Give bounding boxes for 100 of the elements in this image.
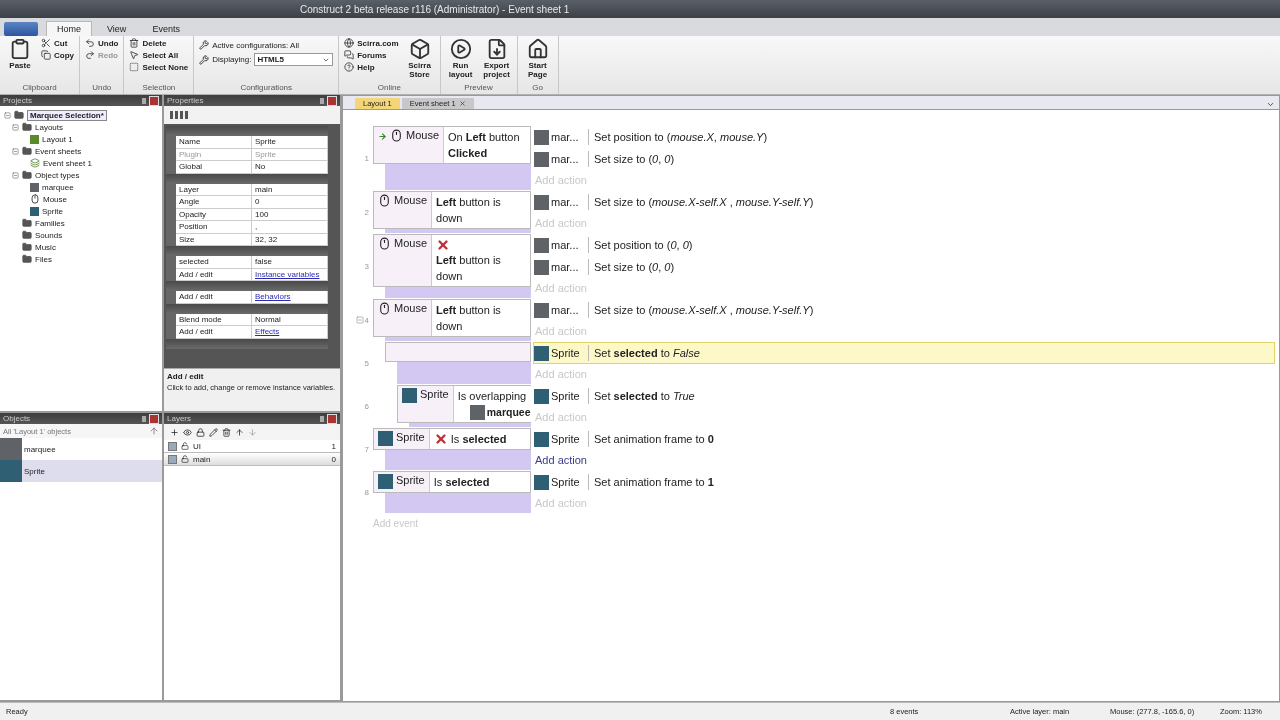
layer-name[interactable]: UI xyxy=(193,441,328,451)
action-text: Set position to (0, 0) xyxy=(593,239,693,251)
tree-item[interactable]: Sprite xyxy=(42,206,63,216)
condition-object[interactable]: Sprite xyxy=(374,429,430,449)
unlock-icon[interactable] xyxy=(181,442,189,450)
category-header[interactable] xyxy=(166,173,328,184)
category-header[interactable] xyxy=(166,338,328,349)
condition-object[interactable]: Sprite xyxy=(398,386,454,422)
close-icon[interactable] xyxy=(458,100,466,107)
pin-icon[interactable] xyxy=(320,415,324,422)
action-row[interactable]: Sprite Set animation frame to 1 xyxy=(533,471,1275,493)
ribbon-tab[interactable]: View xyxy=(96,21,138,36)
window-title: Construct 2 beta release r116 (Administrator) - Event sheet 1 xyxy=(300,3,570,15)
collapse-icon[interactable] xyxy=(4,111,11,119)
tree-item[interactable]: Mouse xyxy=(43,194,67,204)
visibility-checkbox[interactable] xyxy=(168,441,177,451)
globe-icon xyxy=(344,38,355,48)
close-icon[interactable] xyxy=(327,413,337,424)
pencil-icon[interactable] xyxy=(209,427,218,437)
tree-item[interactable]: Families xyxy=(35,218,65,228)
pin-icon[interactable] xyxy=(142,97,146,104)
ribbon-button[interactable]: Help xyxy=(344,62,399,72)
eye-icon[interactable] xyxy=(183,427,192,437)
tree-item[interactable]: Event sheet 1 xyxy=(43,158,92,168)
displaying-select[interactable]: HTML5 xyxy=(254,53,334,66)
add-icon[interactable] xyxy=(170,427,179,437)
tree-item[interactable]: Layouts xyxy=(35,122,64,132)
tree-item[interactable]: Marquee Selection* xyxy=(27,109,107,121)
action-object: Sprite xyxy=(551,390,580,402)
tree-item[interactable]: Music xyxy=(35,242,56,252)
event-number: 6 xyxy=(364,401,369,411)
action-row[interactable]: mar... Set position to (mouse.X, mouse.Y) xyxy=(533,126,1275,148)
action-row[interactable]: mar... Set size to (0, 0) xyxy=(533,148,1275,170)
add-action-link[interactable]: Add action xyxy=(533,450,1275,470)
condition-object[interactable]: Sprite xyxy=(374,472,430,492)
action-row[interactable]: mar... Set size to (mouse.X-self.X , mouse.Y-self.Y) xyxy=(533,191,1275,213)
undo-icon xyxy=(85,38,95,48)
action-row[interactable]: Sprite Set selected to True xyxy=(533,385,1275,407)
chat-icon xyxy=(344,50,355,60)
collapse-icon[interactable] xyxy=(12,123,19,131)
category-header[interactable] xyxy=(166,303,328,314)
row-gutter xyxy=(166,326,176,339)
tree-item[interactable]: Sounds xyxy=(35,230,63,240)
trash-icon[interactable] xyxy=(222,427,231,437)
pointer-icon xyxy=(129,50,140,60)
ribbon-button[interactable]: Scirra.com xyxy=(344,38,399,48)
ribbon-button[interactable]: Forums xyxy=(344,50,399,60)
action-row[interactable]: Sprite Set selected to False xyxy=(533,342,1275,364)
object-item[interactable]: marquee xyxy=(24,444,56,454)
ribbon-button[interactable]: Copy xyxy=(41,50,74,60)
close-icon[interactable] xyxy=(149,95,159,106)
ribbon-button[interactable]: Select None xyxy=(129,62,189,72)
ribbon-button[interactable]: Undo xyxy=(85,38,119,48)
ribbon-button[interactable]: Scirra Store xyxy=(404,38,435,83)
visibility-checkbox[interactable] xyxy=(168,454,177,464)
box-icon xyxy=(408,38,431,60)
sort-icon[interactable] xyxy=(170,111,190,119)
tree-item[interactable]: Event sheets xyxy=(35,146,82,156)
folder-icon xyxy=(22,230,32,240)
dropdown-icon[interactable] xyxy=(1266,100,1275,109)
invert-icon xyxy=(436,238,451,252)
group-label: Clipboard xyxy=(21,83,58,94)
pin-icon[interactable] xyxy=(142,415,146,422)
ribbon-tab[interactable]: Events xyxy=(141,21,191,36)
pin-icon[interactable] xyxy=(320,97,324,104)
ribbon-button[interactable]: Select All xyxy=(129,50,189,60)
action-object: mar... xyxy=(551,239,579,251)
close-icon[interactable] xyxy=(149,413,159,424)
collapse-icon[interactable] xyxy=(12,171,19,179)
ribbon-button[interactable]: Paste xyxy=(5,38,35,83)
ribbon-tab[interactable]: Home xyxy=(46,21,92,36)
trash-icon xyxy=(129,38,140,48)
action-row[interactable]: mar... Set size to (mouse.X-self.X , mouse.Y-self.Y) xyxy=(533,299,1275,321)
tree-item[interactable]: marquee xyxy=(42,182,74,192)
collapse-icon[interactable] xyxy=(12,147,19,155)
ribbon-button[interactable]: Cut xyxy=(41,38,74,48)
action-row[interactable]: mar... Set position to (0, 0) xyxy=(533,234,1275,256)
tree-item[interactable]: Files xyxy=(35,254,52,264)
ribbon-button[interactable]: Export project xyxy=(481,38,512,83)
ribbon-button[interactable]: Delete xyxy=(129,38,189,48)
event-number: 5 xyxy=(364,358,369,368)
tree-item[interactable]: Object types xyxy=(35,170,80,180)
configurations-dropdown[interactable]: Active configurations: All xyxy=(199,40,334,50)
object-item[interactable]: Sprite xyxy=(24,466,45,476)
tree-item[interactable]: Layout 1 xyxy=(42,134,73,144)
lock-icon[interactable] xyxy=(196,427,205,437)
close-icon[interactable] xyxy=(327,95,337,106)
ribbon-button[interactable]: Run layout xyxy=(445,38,476,83)
property-link[interactable]: Behaviors xyxy=(252,291,328,304)
action-row[interactable]: mar... Set size to (0, 0) xyxy=(533,256,1275,278)
layer-name[interactable]: main xyxy=(193,454,328,464)
property-link[interactable]: Effects xyxy=(252,326,328,339)
action-row[interactable]: Sprite Set animation frame to 0 xyxy=(533,428,1275,450)
row-gutter xyxy=(166,183,176,196)
unlock-icon[interactable] xyxy=(181,455,189,463)
condition-text[interactable]: Is overlapping xyxy=(457,388,527,404)
row-gutter xyxy=(166,291,176,304)
action-text: Set size to (0, 0) xyxy=(593,261,675,273)
up-arrow-icon[interactable] xyxy=(235,427,244,437)
ribbon-button[interactable]: Start Page xyxy=(522,38,553,83)
